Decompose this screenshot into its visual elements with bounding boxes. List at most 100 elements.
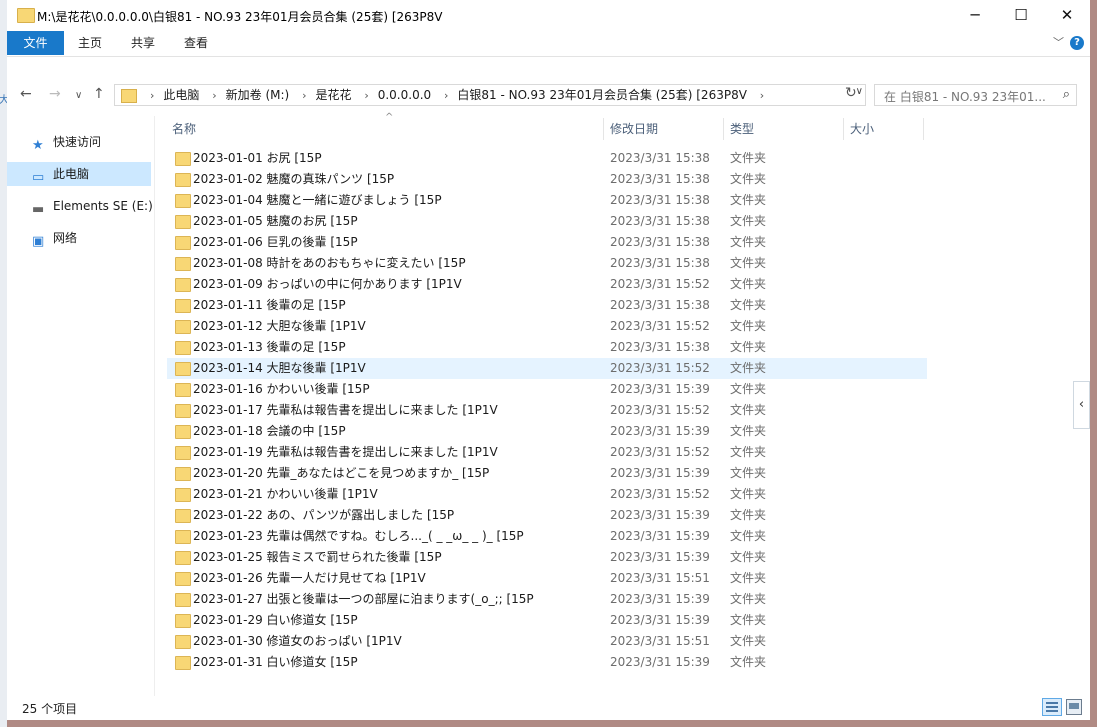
file-row[interactable]: 2023-01-16 かわいい後輩 [15P 2023/3/31 15:39 文件夹 [167,379,927,400]
breadcrumb-separator[interactable]: › [760,89,764,102]
navigation-pane: ★ 快速访问 ▭ 此电脑 ▬ Elements SE (E:) ▣ 网络 [7,120,155,698]
folder-icon [175,572,191,586]
sidebar-item-network[interactable]: ▣ 网络 [7,226,151,250]
column-name[interactable]: 名称 [172,114,196,144]
folder-icon [175,446,191,460]
breadcrumb-separator[interactable]: › [364,89,368,102]
tab-view[interactable]: 查看 [184,31,208,55]
file-row[interactable]: 2023-01-01 お尻 [15P 2023/3/31 15:38 文件夹 [167,148,927,169]
file-row[interactable]: 2023-01-31 白い修道女 [15P 2023/3/31 15:39 文件夹 [167,652,927,673]
file-row[interactable]: 2023-01-17 先輩私は報告書を提出しに来ました [1P1V 2023/3/… [167,400,927,421]
file-row[interactable]: 2023-01-08 時計をあのおもちゃに変えたい [15P 2023/3/31 … [167,253,927,274]
details-view-button[interactable] [1042,698,1062,716]
sidebar-item-label: 此电脑 [53,167,90,181]
column-divider[interactable] [843,118,844,140]
back-button[interactable]: ← [20,86,32,102]
sidebar-item-this-pc[interactable]: ▭ 此电脑 [7,162,151,186]
file-row[interactable]: 2023-01-11 後輩の足 [15P 2023/3/31 15:38 文件夹 [167,295,927,316]
file-date: 2023/3/31 15:38 [610,340,710,354]
side-panel-toggle[interactable]: ‹ [1073,381,1090,429]
column-divider[interactable] [603,118,604,140]
breadcrumb-separator[interactable]: › [302,89,306,102]
file-row[interactable]: 2023-01-30 修道女のおっぱい [1P1V 2023/3/31 15:51… [167,631,927,652]
file-name: 2023-01-12 大胆な後輩 [1P1V [193,319,366,333]
file-date: 2023/3/31 15:39 [610,613,710,627]
breadcrumb-separator[interactable]: › [150,89,154,102]
network-icon: ▣ [32,234,45,249]
file-row[interactable]: 2023-01-12 大胆な後輩 [1P1V 2023/3/31 15:52 文件夹 [167,316,927,337]
address-dropdown-icon[interactable]: ∨ [856,86,863,97]
file-row[interactable]: 2023-01-27 出張と後輩は一つの部屋に泊まります(_o_;; [15P 2… [167,589,927,610]
minimize-button[interactable]: ─ [952,0,998,31]
search-input[interactable]: 在 白银81 - NO.93 23年01... [884,88,1049,105]
file-row[interactable]: 2023-01-19 先輩私は報告書を提出しに来ました [1P1V 2023/3/… [167,442,927,463]
file-row[interactable]: 2023-01-29 白い修道女 [15P 2023/3/31 15:39 文件夹 [167,610,927,631]
column-divider[interactable] [923,118,924,140]
breadcrumb-current[interactable]: 白银81 - NO.93 23年01月会员合集 (25套) [263P8V [457,88,747,102]
file-name: 2023-01-02 魅魔の真珠パンツ [15P [193,172,395,186]
column-size[interactable]: 大小 [850,114,874,144]
file-row[interactable]: 2023-01-06 巨乳の後輩 [15P 2023/3/31 15:38 文件夹 [167,232,927,253]
sidebar-item-label: Elements SE (E:) [53,199,153,213]
breadcrumb-this-pc[interactable]: 此电脑 [163,88,199,102]
search-box[interactable]: 在 白银81 - NO.93 23年01... ⌕ [874,84,1077,106]
column-divider[interactable] [723,118,724,140]
sidebar-item-quick-access[interactable]: ★ 快速访问 [7,130,151,154]
breadcrumb-separator[interactable]: › [212,89,216,102]
file-row[interactable]: 2023-01-05 魅魔のお尻 [15P 2023/3/31 15:38 文件夹 [167,211,927,232]
file-date: 2023/3/31 15:38 [610,193,710,207]
file-type: 文件夹 [730,340,767,354]
title-bar[interactable]: M:\是花花\0.0.0.0.0\白银81 - NO.93 23年01月会员合集… [7,0,1090,31]
file-row[interactable]: 2023-01-09 おっぱいの中に何かあります [1P1V 2023/3/31 … [167,274,927,295]
file-type: 文件夹 [730,571,767,585]
file-row[interactable]: 2023-01-20 先輩_あなたはどこを見つめますか_ [15P 2023/3/… [167,463,927,484]
breadcrumb-folder-2[interactable]: 0.0.0.0.0 [378,88,431,102]
breadcrumb-folder-1[interactable]: 是花花 [315,88,351,102]
up-button[interactable]: ↑ [93,86,105,102]
file-row[interactable]: 2023-01-02 魅魔の真珠パンツ [15P 2023/3/31 15:38 文… [167,169,927,190]
file-date: 2023/3/31 15:38 [610,298,710,312]
file-row[interactable]: 2023-01-23 先輩は偶然ですね。むしろ..._( _ _ω_ _ )_ … [167,526,927,547]
large-icons-view-button[interactable] [1066,699,1082,715]
file-row[interactable]: 2023-01-26 先輩一人だけ見せてね [1P1V 2023/3/31 15:… [167,568,927,589]
folder-icon [175,215,191,229]
pane-splitter[interactable] [154,116,155,696]
folder-icon [175,383,191,397]
tab-home[interactable]: 主页 [78,31,102,55]
file-row[interactable]: 2023-01-25 報告ミスで罰せられた後輩 [15P 2023/3/31 15… [167,547,927,568]
column-date[interactable]: 修改日期 [610,114,658,144]
tab-file[interactable]: 文件 [7,31,64,55]
file-type: 文件夹 [730,193,767,207]
folder-icon [175,593,191,607]
sidebar-item-elements-drive[interactable]: ▬ Elements SE (E:) [7,194,153,218]
refresh-button[interactable]: ↻ [845,85,857,101]
file-row[interactable]: 2023-01-21 かわいい後輩 [1P1V 2023/3/31 15:52 文件… [167,484,927,505]
file-name: 2023-01-20 先輩_あなたはどこを見つめますか_ [15P [193,466,490,480]
file-name: 2023-01-26 先輩一人だけ見せてね [1P1V [193,571,426,585]
file-name: 2023-01-16 かわいい後輩 [15P [193,382,370,396]
search-icon[interactable]: ⌕ [1063,87,1070,102]
file-date: 2023/3/31 15:52 [610,319,710,333]
file-row[interactable]: 2023-01-04 魅魔と一緒に遊びましょう [15P 2023/3/31 15… [167,190,927,211]
help-icon[interactable]: ? [1070,36,1084,50]
file-date: 2023/3/31 15:52 [610,445,710,459]
tab-share[interactable]: 共享 [131,31,155,55]
file-type: 文件夹 [730,235,767,249]
file-row[interactable]: 2023-01-13 後輩の足 [15P 2023/3/31 15:38 文件夹 [167,337,927,358]
column-type[interactable]: 类型 [730,114,754,144]
file-date: 2023/3/31 15:38 [610,256,710,270]
expand-ribbon-icon[interactable]: ﹀ [1053,34,1064,50]
breadcrumb-separator[interactable]: › [444,89,448,102]
file-type: 文件夹 [730,151,767,165]
star-icon: ★ [32,138,44,153]
computer-icon: ▭ [32,170,45,185]
recent-locations-icon[interactable]: ∨ [75,90,82,101]
address-bar[interactable]: › 此电脑 › 新加卷 (M:) › 是花花 › 0.0.0.0.0 › 白银81 - N… [114,84,866,106]
close-button[interactable]: ✕ [1044,0,1090,31]
file-row[interactable]: 2023-01-18 会議の中 [15P 2023/3/31 15:39 文件夹 [167,421,927,442]
file-row[interactable]: 2023-01-22 あの、パンツが露出しました [15P 2023/3/31 1… [167,505,927,526]
maximize-button[interactable]: ☐ [998,0,1044,31]
forward-button[interactable]: → [49,86,61,102]
breadcrumb-drive-m[interactable]: 新加卷 (M:) [226,88,290,102]
file-row[interactable]: 2023-01-14 大胆な後輩 [1P1V 2023/3/31 15:52 文件夹 [167,358,927,379]
